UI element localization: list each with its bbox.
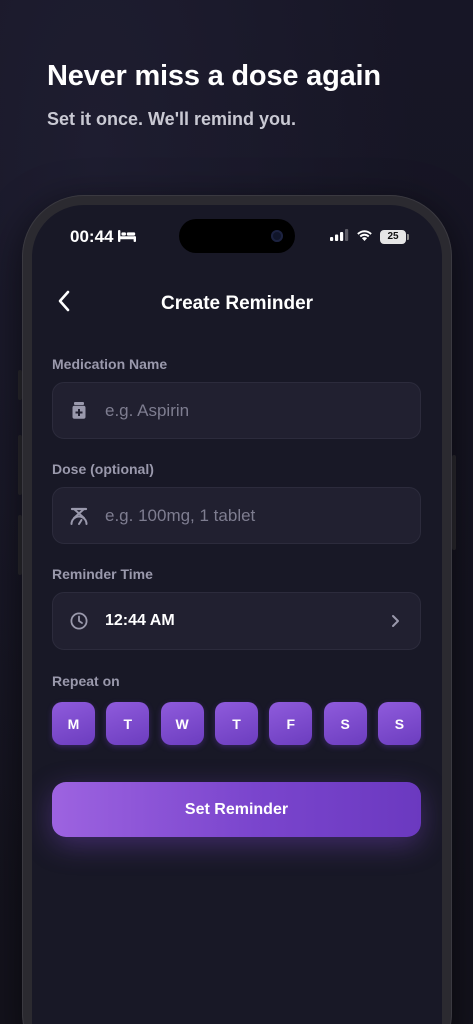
repeat-day-selector: M T W T F S S bbox=[52, 702, 421, 745]
chevron-right-icon bbox=[370, 614, 420, 628]
dynamic-island bbox=[179, 219, 295, 253]
dose-input[interactable] bbox=[105, 505, 420, 526]
dose-label: Dose (optional) bbox=[52, 461, 154, 477]
day-toggle-tuesday[interactable]: T bbox=[106, 702, 150, 745]
set-reminder-button[interactable]: Set Reminder bbox=[52, 782, 421, 837]
marketing-subtitle: Set it once. We'll remind you. bbox=[47, 109, 296, 129]
wifi-icon bbox=[356, 228, 373, 246]
status-bar: 00:44 25 bbox=[32, 205, 442, 261]
scale-icon bbox=[53, 506, 105, 526]
reminder-time-picker[interactable]: 12:44 AM bbox=[52, 592, 421, 650]
day-toggle-monday[interactable]: M bbox=[52, 702, 95, 745]
phone-power-button bbox=[452, 455, 456, 550]
reminder-time-value: 12:44 AM bbox=[105, 612, 175, 629]
status-indicators: 25 bbox=[330, 228, 409, 246]
battery-icon: 25 bbox=[380, 230, 409, 244]
dose-field[interactable] bbox=[52, 487, 421, 544]
navigation-header: Create Reminder bbox=[32, 283, 442, 323]
app-store-screenshot: Never miss a dose again Set it once. We'… bbox=[0, 0, 473, 1024]
phone-frame: 00:44 25 Create Reminder Medication Name… bbox=[22, 195, 452, 1024]
status-time: 00:44 bbox=[70, 227, 137, 247]
cellular-signal-icon bbox=[330, 228, 349, 246]
medicine-bottle-icon bbox=[53, 402, 105, 419]
medication-name-label: Medication Name bbox=[52, 356, 168, 372]
day-toggle-friday[interactable]: F bbox=[269, 702, 313, 745]
front-camera-icon bbox=[271, 230, 283, 242]
phone-screen: 00:44 25 Create Reminder Medication Name… bbox=[32, 205, 442, 1024]
day-toggle-wednesday[interactable]: W bbox=[160, 702, 204, 745]
page-title: Create Reminder bbox=[160, 293, 314, 314]
medication-name-field[interactable] bbox=[52, 382, 421, 439]
clock-icon bbox=[53, 612, 105, 630]
medication-name-input[interactable] bbox=[105, 400, 420, 421]
status-time-text: 00:44 bbox=[70, 227, 114, 246]
day-toggle-saturday[interactable]: S bbox=[323, 702, 367, 745]
repeat-on-label: Repeat on bbox=[52, 673, 120, 689]
reminder-time-label: Reminder Time bbox=[52, 566, 153, 582]
day-toggle-sunday[interactable]: S bbox=[377, 702, 421, 745]
day-toggle-thursday[interactable]: T bbox=[214, 702, 258, 745]
marketing-headline: Never miss a dose again bbox=[47, 60, 381, 92]
bed-icon bbox=[118, 227, 137, 247]
